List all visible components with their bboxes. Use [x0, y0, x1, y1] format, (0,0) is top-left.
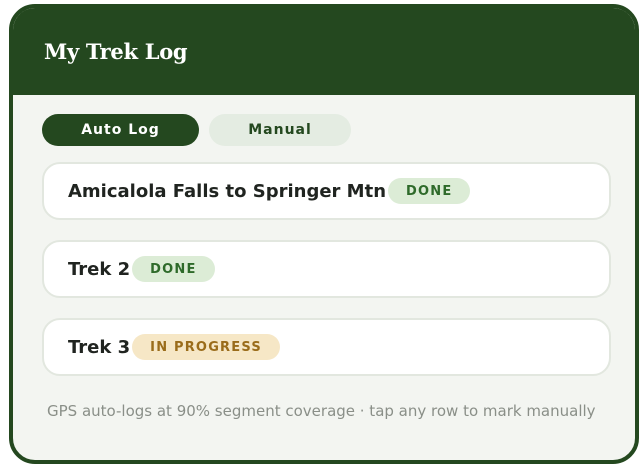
- trek-log-card: My Trek Log Auto Log Manual Amicalola Fa…: [9, 4, 639, 464]
- trek-name: Trek 3: [68, 336, 131, 358]
- status-badge: DONE: [132, 256, 215, 282]
- trek-name: Trek 2: [68, 258, 131, 280]
- footer-note: GPS auto-logs at 90% segment coverage · …: [47, 402, 596, 420]
- page-title: My Trek Log: [44, 39, 188, 64]
- trek-name: Amicalola Falls to Springer Mtn: [68, 180, 387, 202]
- tab-manual[interactable]: Manual: [209, 114, 351, 146]
- trek-row[interactable]: Trek 2 DONE: [42, 240, 611, 298]
- log-mode-tabs: Auto Log Manual: [42, 114, 351, 146]
- status-badge: IN PROGRESS: [132, 334, 280, 360]
- card-header: My Trek Log: [13, 8, 635, 95]
- tab-auto-log[interactable]: Auto Log: [42, 114, 199, 146]
- status-badge: DONE: [388, 178, 471, 204]
- trek-row[interactable]: Trek 3 IN PROGRESS: [42, 318, 611, 376]
- trek-row[interactable]: Amicalola Falls to Springer Mtn DONE: [42, 162, 611, 220]
- trek-list: Amicalola Falls to Springer Mtn DONE Tre…: [42, 162, 611, 396]
